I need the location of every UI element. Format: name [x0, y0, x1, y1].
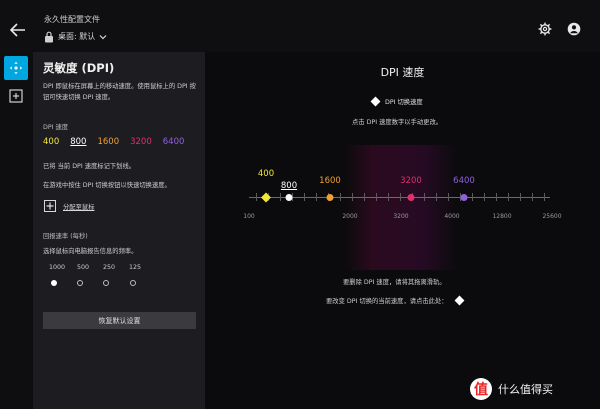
profile-selector[interactable]: 桌面: 默认 [58, 31, 107, 42]
gear-icon[interactable] [538, 22, 552, 36]
slider-tick [436, 193, 437, 201]
slider-tick-label: 4000 [444, 213, 460, 220]
slider-tick [256, 193, 257, 201]
slider-tick [280, 193, 281, 201]
dpi-value-3200[interactable]: 3200 [130, 137, 152, 147]
assign-to-mouse-button[interactable] [44, 200, 56, 212]
dpi-value-800[interactable]: 800 [70, 137, 86, 147]
rate-radio-1000[interactable] [51, 280, 57, 286]
highlight-band [345, 145, 457, 270]
slider-tick [364, 193, 365, 201]
dpi-speed-label: DPI 速度 [43, 124, 69, 131]
edit-hint: 点击 DPI 速度数字以手动更改。 [352, 119, 443, 126]
report-rate-description: 选择鼠标向电脑报告信息的频率。 [43, 248, 138, 255]
back-arrow-icon[interactable] [8, 20, 28, 40]
top-bar [0, 0, 600, 52]
lock-icon [45, 31, 53, 43]
watermark: 值 什么值得买 [470, 378, 553, 400]
dpi-marker-label[interactable]: 800 [281, 181, 297, 191]
profile-name: 桌面: 默认 [58, 32, 96, 41]
slider-tick [388, 193, 389, 201]
diamond-icon [370, 96, 381, 107]
restore-defaults-button[interactable]: 恢复默认设置 [43, 312, 196, 329]
slider-tick-label: 25600 [542, 213, 562, 220]
dpi-marker-label[interactable]: 3200 [400, 176, 422, 186]
dpi-value-400[interactable]: 400 [43, 137, 59, 147]
rate-radio-125[interactable] [130, 280, 136, 286]
panel-description: DPI 即鼠标在屏幕上的移动速度。使用鼠标上的 DPI 按钮可快速切换 DPI … [43, 83, 196, 101]
diamond-icon[interactable] [454, 295, 465, 306]
plus-icon [46, 202, 54, 210]
slider-tick-label: 2000 [342, 213, 358, 220]
slider-tick [448, 193, 449, 201]
rate-label-125: 125 [128, 264, 142, 271]
dpi-switch-legend: DPI 切换速度 [370, 96, 423, 107]
slider-tick [376, 193, 377, 201]
slider-tick [424, 193, 425, 201]
slider-tick-label: 3200 [393, 213, 409, 220]
slider-tick [544, 193, 545, 201]
slider-tick [484, 193, 485, 201]
dpi-marker-label[interactable]: 400 [258, 169, 274, 179]
watermark-text: 什么值得买 [498, 383, 553, 396]
change-switch-note-text: 要改变 DPI 切换的当前速度，请点击此处： [326, 298, 448, 305]
user-icon[interactable] [567, 22, 581, 36]
window-title: 永久性配置文件 [44, 15, 100, 24]
delete-dpi-note: 要删除 DPI 速度，请将其拖离滑轨。 [343, 279, 446, 286]
rate-radio-250[interactable] [103, 280, 109, 286]
slider-tick [472, 193, 473, 201]
assign-to-mouse-link[interactable]: 分配至鼠标 [63, 202, 94, 211]
slider-tick-label: 100 [243, 213, 255, 220]
rate-label-250: 250 [102, 264, 116, 271]
dpi-marker-label[interactable]: 1600 [319, 176, 341, 186]
slider-tick [400, 193, 401, 201]
dpi-marker[interactable] [326, 194, 334, 201]
plus-square-icon [9, 89, 23, 103]
report-rate-label: 回报速率 (每秒) [43, 233, 88, 240]
slider-tick [340, 193, 341, 201]
slider-tick [496, 193, 497, 201]
dpi-switch-note: 在游戏中按住 DPI 切换按钮以快速切换速度。 [43, 182, 171, 189]
dpi-speed-list: 400 800 1600 3200 6400 [43, 137, 184, 147]
dpi-marker[interactable] [285, 194, 293, 201]
add-nav-button[interactable] [4, 84, 28, 108]
chevron-down-icon [99, 34, 107, 39]
slider-tick [520, 193, 521, 201]
slider-tick [532, 193, 533, 201]
dpi-value-6400[interactable]: 6400 [163, 137, 185, 147]
dpi-marker[interactable] [407, 194, 415, 201]
dpi-section-title: DPI 速度 [380, 66, 425, 79]
slider-tick [508, 193, 509, 201]
dpi-value-1600[interactable]: 1600 [97, 137, 119, 147]
dpi-marker-label[interactable]: 6400 [453, 176, 475, 186]
slider-tick-label: 12800 [492, 213, 512, 220]
change-switch-note: 要改变 DPI 切换的当前速度，请点击此处： [326, 295, 465, 306]
dpi-marker[interactable] [261, 192, 271, 203]
legend-label: DPI 切换速度 [385, 99, 423, 106]
rate-label-1000: 1000 [48, 264, 66, 271]
rate-label-500: 500 [76, 264, 90, 271]
current-dpi-note: 已将 当前 DPI 速度标记下划线。 [43, 163, 136, 170]
slider-tick [352, 193, 353, 201]
rate-radio-500[interactable] [77, 280, 83, 286]
slider-tick [316, 193, 317, 201]
slider-tick [304, 193, 305, 201]
dpi-marker[interactable] [460, 194, 468, 201]
watermark-logo: 值 [470, 378, 492, 400]
